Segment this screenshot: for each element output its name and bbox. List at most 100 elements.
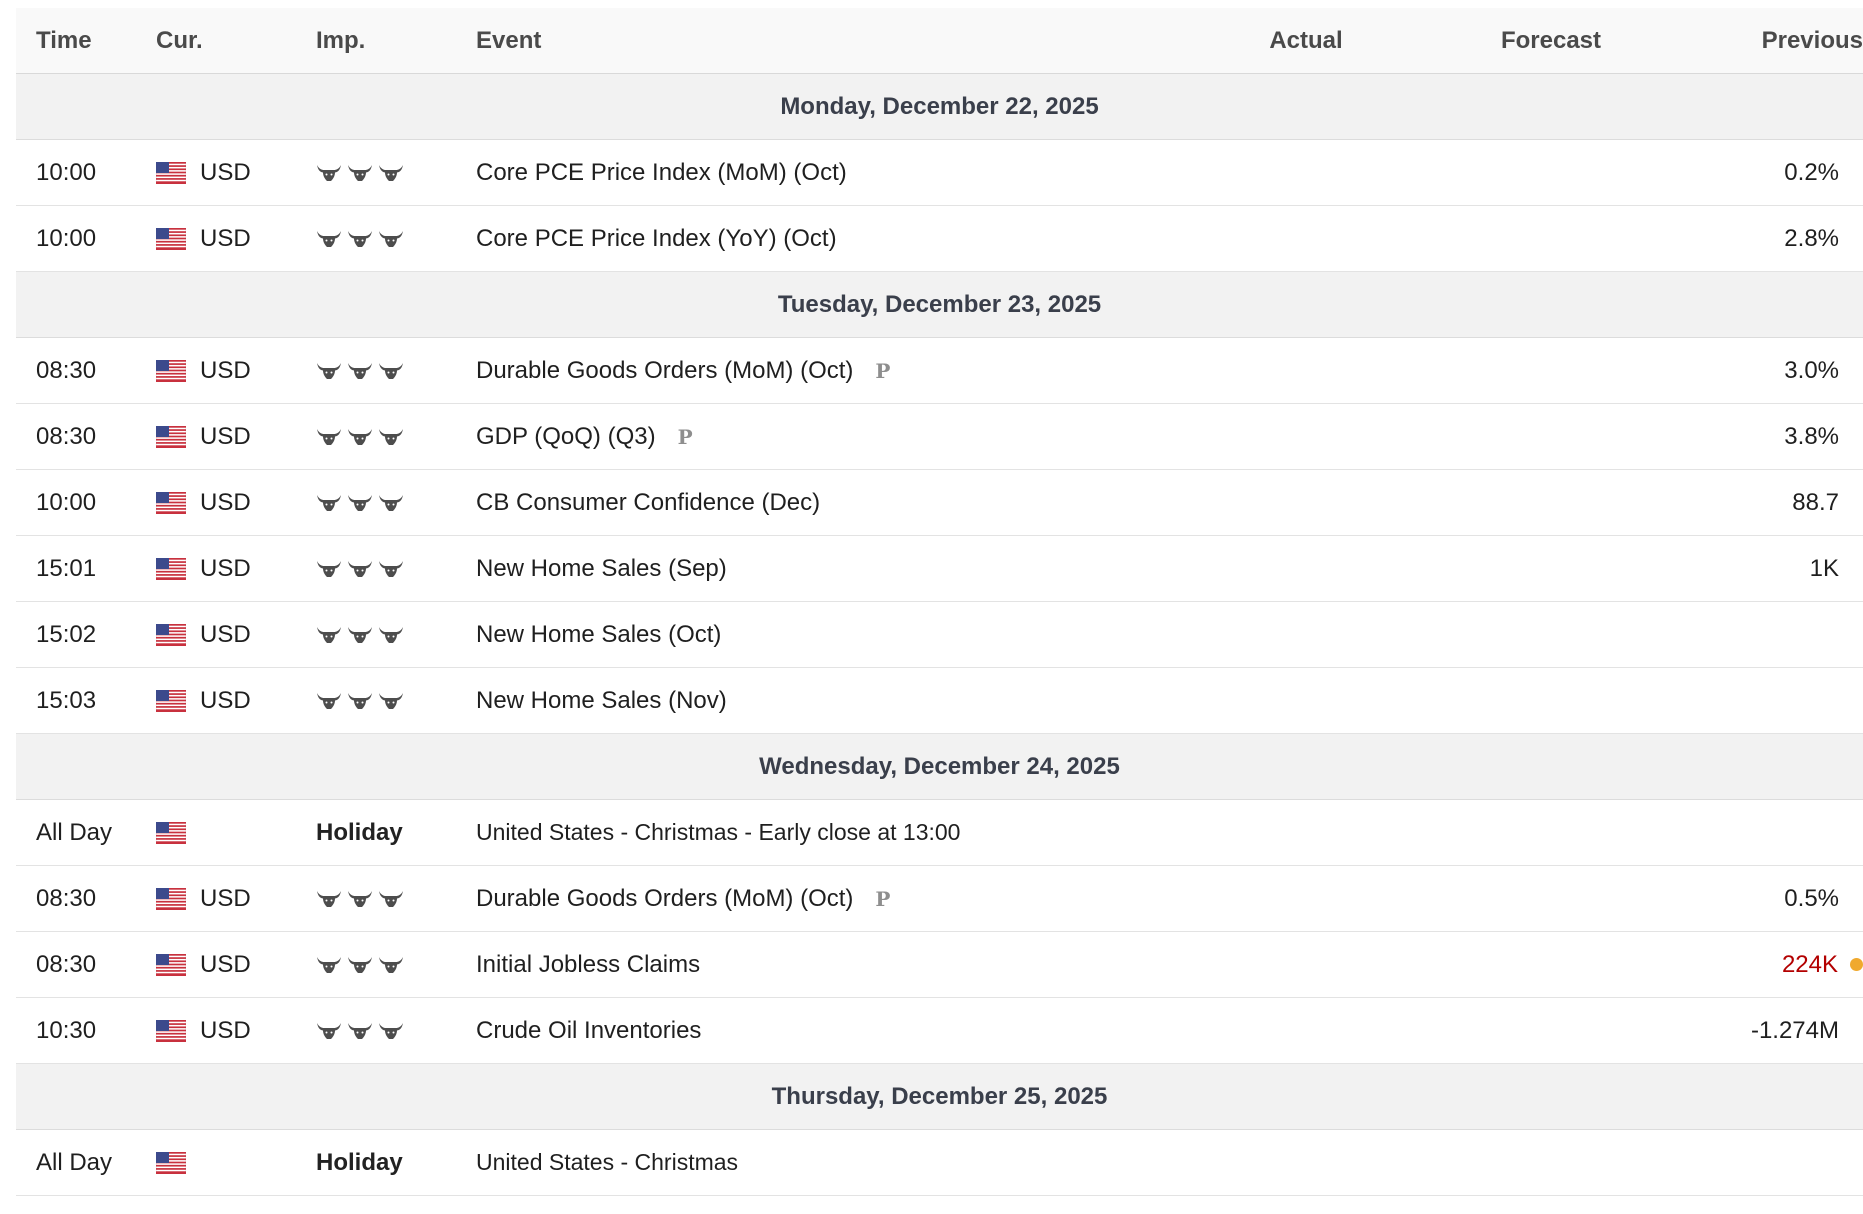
- event-name[interactable]: New Home Sales (Oct): [476, 621, 721, 649]
- event-row[interactable]: 08:30 USD Durable Goods Orders (MoM) (Oct)…: [16, 866, 1863, 932]
- event-actual: [1246, 1130, 1366, 1195]
- previous-value: 0.2%: [1784, 158, 1839, 186]
- event-row[interactable]: 15:01 USD New Home Sales (Sep) 1K: [16, 536, 1863, 602]
- event-name[interactable]: New Home Sales (Sep): [476, 555, 727, 583]
- event-name[interactable]: New Home Sales (Nov): [476, 687, 727, 715]
- event-row[interactable]: 08:30 USD Initial Jobless Claims 224K: [16, 932, 1863, 998]
- event-row[interactable]: 10:30 USD Crude Oil Inventories -1.274M: [16, 998, 1863, 1064]
- event-row[interactable]: All Day Holiday United States - Christmas …: [16, 800, 1863, 866]
- event-name[interactable]: Crude Oil Inventories: [476, 1017, 701, 1045]
- us-flag-icon: [156, 623, 186, 646]
- importance-rating: [316, 866, 404, 931]
- currency-code: USD: [200, 158, 251, 186]
- event-previous: 88.7: [1792, 470, 1863, 535]
- previous-value: 0.5%: [1784, 884, 1839, 912]
- header-event[interactable]: Event: [476, 8, 541, 73]
- bull-importance-icon: [317, 560, 341, 577]
- importance-rating: [316, 932, 404, 997]
- event-actual: [1246, 932, 1366, 997]
- header-time[interactable]: Time: [36, 8, 92, 73]
- event-name[interactable]: Durable Goods Orders (MoM) (Oct): [476, 357, 853, 385]
- currency-code: USD: [200, 356, 251, 384]
- event-name[interactable]: GDP (QoQ) (Q3): [476, 423, 656, 451]
- event-row[interactable]: 15:02 USD New Home Sales (Oct): [16, 602, 1863, 668]
- bull-importance-icon: [379, 1022, 403, 1039]
- us-flag-icon: [156, 227, 186, 250]
- event-forecast: [1476, 470, 1626, 535]
- bull-importance-icon: [348, 890, 372, 907]
- event-actual: [1246, 206, 1366, 271]
- header-forecast[interactable]: Forecast: [1476, 8, 1626, 73]
- event-actual: [1246, 404, 1366, 469]
- bull-importance-icon: [317, 164, 341, 181]
- event-forecast: [1476, 1130, 1626, 1195]
- event-cell: CB Consumer Confidence (Dec): [476, 470, 820, 535]
- previous-value: 3.8%: [1784, 422, 1839, 450]
- event-time: 10:00: [36, 224, 97, 252]
- importance-rating: [316, 602, 404, 667]
- importance-rating: [316, 338, 404, 403]
- currency-code: USD: [200, 620, 251, 648]
- importance-rating: [316, 206, 404, 271]
- event-row[interactable]: All Day Holiday United States - Christmas: [16, 1130, 1863, 1196]
- bull-importance-icon: [348, 362, 372, 379]
- us-flag-icon: [156, 821, 186, 844]
- event-cell: Durable Goods Orders (MoM) (Oct) P: [476, 338, 890, 403]
- currency-code: USD: [200, 884, 251, 912]
- us-flag-icon: [156, 161, 186, 184]
- event-forecast: [1476, 866, 1626, 931]
- event-currency: [156, 1130, 200, 1195]
- event-time: All Day: [36, 818, 113, 846]
- table-body: Monday, December 22, 2025 10:00 USD Core PC…: [16, 74, 1863, 1196]
- event-name[interactable]: Durable Goods Orders (MoM) (Oct): [476, 885, 853, 913]
- event-row[interactable]: 08:30 USD GDP (QoQ) (Q3) P 3.8%: [16, 404, 1863, 470]
- header-importance[interactable]: Imp.: [316, 8, 365, 73]
- us-flag-icon: [156, 491, 186, 514]
- event-forecast: [1476, 404, 1626, 469]
- bull-importance-icon: [317, 230, 341, 247]
- event-currency: USD: [156, 998, 251, 1063]
- header-previous[interactable]: Previous: [1762, 8, 1863, 73]
- day-label: Tuesday, December 23, 2025: [777, 290, 1102, 318]
- event-forecast: [1476, 140, 1626, 205]
- economic-calendar: Time Cur. Imp. Event Actual Forecast Pre…: [16, 8, 1863, 1196]
- event-forecast: [1476, 338, 1626, 403]
- event-time: 08:30: [36, 884, 97, 912]
- event-row[interactable]: 10:00 USD Core PCE Price Index (MoM) (Oct)…: [16, 140, 1863, 206]
- bull-importance-icon: [379, 560, 403, 577]
- bull-importance-icon: [348, 692, 372, 709]
- event-name[interactable]: Core PCE Price Index (YoY) (Oct): [476, 225, 837, 253]
- event-name[interactable]: United States - Christmas - Early close …: [476, 819, 960, 846]
- bull-importance-icon: [379, 692, 403, 709]
- event-forecast: [1476, 998, 1626, 1063]
- event-previous: 1K: [1810, 536, 1863, 601]
- day-header-row: Wednesday, December 24, 2025: [16, 734, 1863, 800]
- event-actual: [1246, 140, 1366, 205]
- event-name[interactable]: Initial Jobless Claims: [476, 951, 700, 979]
- header-actual[interactable]: Actual: [1246, 8, 1366, 73]
- event-name[interactable]: CB Consumer Confidence (Dec): [476, 489, 820, 517]
- us-flag-icon: [156, 425, 186, 448]
- event-currency: USD: [156, 470, 251, 535]
- event-row[interactable]: 08:30 USD Durable Goods Orders (MoM) (Oct)…: [16, 338, 1863, 404]
- event-row[interactable]: 10:00 USD CB Consumer Confidence (Dec) 88.7: [16, 470, 1863, 536]
- day-header-row: Tuesday, December 23, 2025: [16, 272, 1863, 338]
- event-previous: [1839, 800, 1863, 865]
- event-name[interactable]: Core PCE Price Index (MoM) (Oct): [476, 159, 847, 187]
- event-previous: [1839, 602, 1863, 667]
- event-currency: USD: [156, 206, 251, 271]
- event-cell: United States - Christmas - Early close …: [476, 800, 960, 865]
- event-currency: USD: [156, 932, 251, 997]
- header-currency[interactable]: Cur.: [156, 8, 203, 73]
- event-name[interactable]: United States - Christmas: [476, 1149, 738, 1176]
- bull-importance-icon: [348, 494, 372, 511]
- bull-importance-icon: [379, 890, 403, 907]
- event-time: All Day: [36, 1148, 113, 1176]
- event-time: 15:02: [36, 620, 97, 648]
- event-time: 10:00: [36, 158, 97, 186]
- event-row[interactable]: 15:03 USD New Home Sales (Nov): [16, 668, 1863, 734]
- event-time: 08:30: [36, 950, 97, 978]
- day-header-row: Monday, December 22, 2025: [16, 74, 1863, 140]
- event-previous: 2.8%: [1784, 206, 1863, 271]
- event-row[interactable]: 10:00 USD Core PCE Price Index (YoY) (Oct)…: [16, 206, 1863, 272]
